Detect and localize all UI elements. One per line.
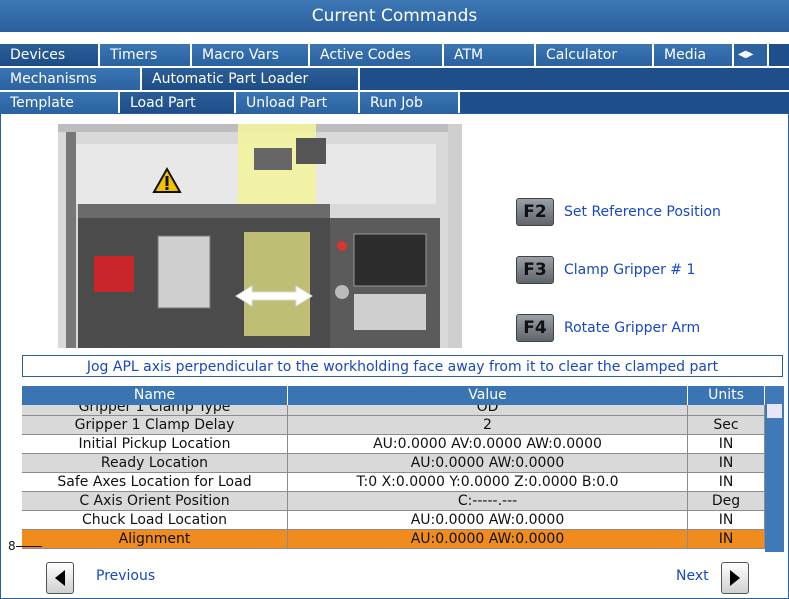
f4-rotate-gripper[interactable]: F4 Rotate Gripper Arm bbox=[516, 314, 700, 342]
settings-table: Name Value Units Gripper 1 Clamp Type OD… bbox=[22, 386, 765, 549]
tab-timers[interactable]: Timers bbox=[100, 44, 192, 66]
tab-calculator[interactable]: Calculator bbox=[536, 44, 654, 66]
next-button[interactable] bbox=[721, 562, 749, 594]
header-name: Name bbox=[22, 386, 288, 405]
table-row-selected[interactable]: Alignment AU:0.0000 AW:0.0000 IN bbox=[22, 530, 765, 549]
table-row[interactable]: Safe Axes Location for Load T:0 X:0.0000… bbox=[22, 473, 765, 492]
tab-atm[interactable]: ATM bbox=[444, 44, 536, 66]
tab-automatic-part-loader[interactable]: Automatic Part Loader bbox=[142, 68, 360, 90]
arrow-right-icon bbox=[730, 570, 740, 586]
table-row[interactable]: C Axis Orient Position C:-----.--- Deg bbox=[22, 492, 765, 511]
tab-devices[interactable]: Devices bbox=[0, 44, 100, 66]
tab-row-devices: Mechanisms Automatic Part Loader bbox=[0, 68, 789, 90]
tab-macro-vars[interactable]: Macro Vars bbox=[192, 44, 310, 66]
tab-template[interactable]: Template bbox=[0, 92, 120, 114]
f4-key[interactable]: F4 bbox=[516, 314, 554, 342]
chevron-right-icon[interactable]: ▶ bbox=[746, 49, 754, 60]
tab-unload-part[interactable]: Unload Part bbox=[236, 92, 360, 114]
machine-illustration bbox=[58, 124, 462, 348]
f4-label: Rotate Gripper Arm bbox=[564, 320, 701, 336]
tab-row-main: Devices Timers Macro Vars Active Codes A… bbox=[0, 44, 789, 66]
table-header: Name Value Units bbox=[22, 386, 765, 405]
row-marker: 8 bbox=[8, 539, 16, 553]
tab-run-job[interactable]: Run Job bbox=[360, 92, 460, 114]
tab-media[interactable]: Media bbox=[654, 44, 734, 66]
next-label[interactable]: Next bbox=[676, 568, 709, 584]
tab-scroll-arrows[interactable]: ◀▶ bbox=[734, 44, 769, 66]
f2-label: Set Reference Position bbox=[564, 204, 721, 220]
table-row[interactable]: Gripper 1 Clamp Delay 2 Sec bbox=[22, 416, 765, 435]
previous-button[interactable] bbox=[46, 562, 74, 594]
scrollbar-thumb[interactable] bbox=[767, 404, 782, 418]
table-scrollbar[interactable] bbox=[765, 386, 784, 552]
table-row[interactable]: Ready Location AU:0.0000 AW:0.0000 IN bbox=[22, 454, 765, 473]
f3-label: Clamp Gripper # 1 bbox=[564, 262, 696, 278]
previous-label[interactable]: Previous bbox=[96, 568, 155, 584]
table-row[interactable]: Gripper 1 Clamp Type OD bbox=[22, 405, 765, 416]
f2-key[interactable]: F2 bbox=[516, 198, 554, 226]
tab-row-apl: Template Load Part Unload Part Run Job bbox=[0, 92, 789, 114]
table-row[interactable]: Chuck Load Location AU:0.0000 AW:0.0000 … bbox=[22, 511, 765, 530]
header-units: Units bbox=[688, 386, 765, 405]
f3-clamp-gripper[interactable]: F3 Clamp Gripper # 1 bbox=[516, 256, 695, 284]
tab-active-codes[interactable]: Active Codes bbox=[310, 44, 444, 66]
header-value: Value bbox=[288, 386, 688, 405]
chevron-left-icon[interactable]: ◀ bbox=[738, 49, 746, 60]
tab-mechanisms[interactable]: Mechanisms bbox=[0, 68, 142, 90]
arrow-left-icon bbox=[55, 570, 65, 586]
instruction-text: Jog APL axis perpendicular to the workho… bbox=[22, 355, 783, 377]
tab-load-part[interactable]: Load Part bbox=[120, 92, 236, 114]
f2-set-reference[interactable]: F2 Set Reference Position bbox=[516, 198, 721, 226]
f3-key[interactable]: F3 bbox=[516, 256, 554, 284]
row-marker-line bbox=[16, 546, 42, 547]
window-title: Current Commands bbox=[0, 0, 789, 32]
table-row[interactable]: Initial Pickup Location AU:0.0000 AV:0.0… bbox=[22, 435, 765, 454]
